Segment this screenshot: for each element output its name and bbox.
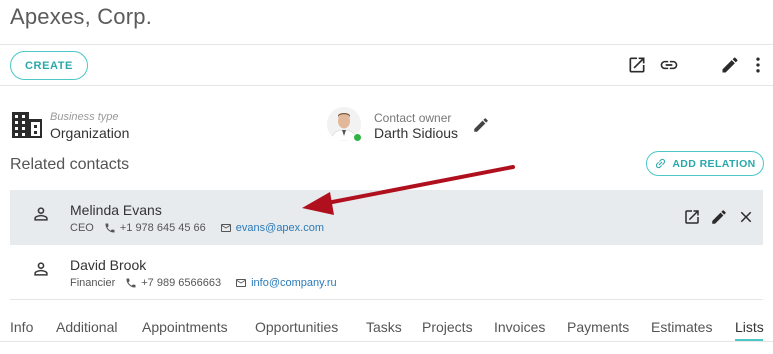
tab-payments[interactable]: Payments [567, 319, 629, 335]
tab-estimates[interactable]: Estimates [651, 319, 712, 335]
edit-owner-pencil-icon[interactable] [472, 116, 490, 134]
phone-icon [126, 278, 136, 288]
contact-role: CEO [70, 222, 94, 234]
building-icon [11, 111, 43, 139]
contact-phone[interactable]: +1 978 645 45 66 [120, 222, 206, 234]
more-vert-icon[interactable] [747, 54, 769, 76]
list-item[interactable]: Melinda Evans CEO +1 978 645 45 66 evans… [10, 190, 763, 245]
toolbar: CREATE [0, 44, 773, 86]
person-icon [31, 204, 51, 224]
phone-icon [105, 223, 115, 233]
contact-phone[interactable]: +7 989 6566663 [141, 277, 221, 289]
tab-projects[interactable]: Projects [422, 319, 473, 335]
online-status-dot [353, 133, 362, 142]
open-external-icon[interactable] [683, 208, 701, 226]
tab-additional[interactable]: Additional [56, 319, 118, 335]
link-icon[interactable] [658, 54, 680, 76]
tab-info[interactable]: Info [10, 319, 33, 335]
divider [10, 299, 763, 300]
active-tab-indicator [735, 339, 763, 341]
tab-opportunities[interactable]: Opportunities [255, 319, 338, 335]
link-icon [656, 158, 666, 169]
mail-icon [220, 224, 231, 232]
add-relation-label: ADD RELATION [672, 157, 756, 170]
tab-appointments[interactable]: Appointments [142, 319, 228, 335]
create-button[interactable]: CREATE [10, 51, 88, 80]
close-icon[interactable] [737, 208, 755, 226]
contact-owner-value: Darth Sidious [374, 125, 459, 141]
pencil-icon[interactable] [710, 208, 728, 226]
tab-lists[interactable]: Lists [735, 319, 764, 335]
pencil-icon[interactable] [719, 54, 741, 76]
contact-email[interactable]: info@company.ru [251, 277, 337, 289]
contact-owner-label: Contact owner [374, 111, 452, 125]
contact-email[interactable]: evans@apex.com [236, 222, 324, 234]
business-type-label: Business type [50, 111, 119, 123]
page-title: Apexes, Corp. [10, 4, 153, 29]
contact-meta: CEO +1 978 645 45 66 evans@apex.com [70, 222, 324, 234]
list-item[interactable]: David Brook Financier +7 989 6566663 inf… [10, 245, 763, 300]
tab-invoices[interactable]: Invoices [494, 319, 545, 335]
person-icon [31, 259, 51, 279]
open-external-icon[interactable] [626, 54, 648, 76]
business-type-value: Organization [50, 125, 130, 141]
tabs-border [0, 341, 773, 342]
add-relation-button[interactable]: ADD RELATION [646, 151, 764, 176]
contact-name[interactable]: David Brook [70, 257, 146, 273]
mail-icon [236, 279, 247, 287]
contact-role: Financier [70, 277, 116, 289]
tab-bar: Info Additional Appointments Opportuniti… [0, 310, 773, 350]
tab-tasks[interactable]: Tasks [366, 319, 402, 335]
contact-meta: Financier +7 989 6566663 info@company.ru [70, 277, 337, 289]
related-contacts-title: Related contacts [10, 156, 130, 173]
contact-name[interactable]: Melinda Evans [70, 202, 162, 218]
